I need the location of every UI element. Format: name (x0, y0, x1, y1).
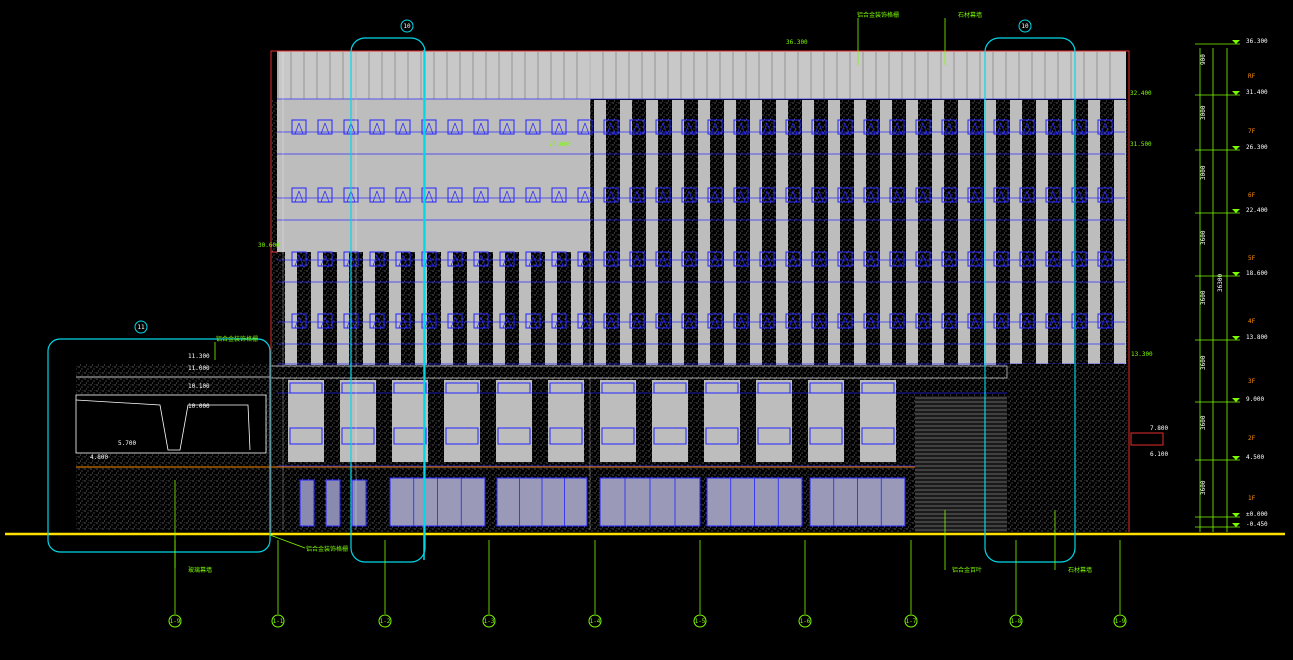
right-stone-block (1007, 364, 1129, 532)
floor-labels: RF 7F 6F 5F 4F 3F 2F 1F (1248, 73, 1256, 502)
callout-tag-text: 11 (137, 324, 145, 331)
level-mark: -0.450 (1246, 521, 1268, 528)
floor-label: 7F (1248, 128, 1256, 135)
bottom-note-3: 铝合金百叶 (952, 566, 982, 574)
level-mark: 22.400 (1246, 207, 1268, 214)
grid-axis-label: 1-5 (695, 618, 706, 625)
floor-label: 2F (1248, 435, 1256, 442)
dimension-segment: 3000 (1200, 165, 1207, 180)
grid-axis-label: 1-8 (1011, 618, 1022, 625)
level-marks: 36.300 31.400 26.300 22.400 18.600 13.800 9.00… (1195, 38, 1268, 528)
top-note-1: 铝合金装饰格栅 (857, 11, 899, 19)
dimension-segment: 3600 (1200, 230, 1207, 245)
dimension-segment: 3600 (1200, 480, 1207, 495)
right-side-mark-1: 13.300 (1131, 351, 1153, 358)
podium-note: 铝合金装饰格栅 (216, 335, 258, 343)
grid-axis-label: 1-4 (590, 618, 601, 625)
level-band-2f (270, 365, 1008, 379)
left-mark: 30.600 (258, 242, 280, 249)
dimension-segment: 3600 (1200, 355, 1207, 370)
floor-label: 5F (1248, 255, 1256, 262)
callout-tag-text: 10 (403, 23, 411, 30)
podium-level-3: 10.100 (188, 383, 210, 390)
level-mark: 36.300 (1246, 38, 1268, 45)
top-note-2: 石材幕墙 (958, 11, 982, 19)
mid-mark: 20.600 (549, 141, 571, 148)
floor-label: 6F (1248, 192, 1256, 199)
level-mark: 18.600 (1246, 270, 1268, 277)
louvre-panel (915, 396, 1007, 532)
upper-left-panel (277, 99, 590, 252)
grid-axis-label: 1-9 (1115, 618, 1126, 625)
floor-label: 4F (1248, 318, 1256, 325)
podium-level-5: 5.700 (118, 440, 136, 447)
bottom-note-2: 铝合金装饰格栅 (306, 545, 348, 553)
top-roof-level: 36.300 (786, 39, 808, 46)
podium-level-1: 11.300 (188, 353, 210, 360)
grid-axis-label: 1-6 (800, 618, 811, 625)
dimension-segment: 900 (1200, 54, 1207, 65)
grid-axis-label: 1-1 (273, 618, 284, 625)
dimension-segment: 3600 (1200, 290, 1207, 305)
podium-level-6: 4.800 (90, 454, 108, 461)
level-mark: 26.300 (1246, 144, 1268, 151)
elevation-drawing: 10 10 11 1-9 1-1 1-2 1-3 1-4 1-5 1-6 1-7 1-8 1-9 36… (5, 11, 1285, 628)
leader-bottom-2 (269, 534, 306, 549)
right-mark-2: 31.500 (1130, 141, 1152, 148)
grid-axis-label: 1-3 (484, 618, 495, 625)
right-mark-1: 32.400 (1130, 90, 1152, 97)
level-mark: 31.400 (1246, 89, 1268, 96)
grid-axis-label: 1-7 (906, 618, 917, 625)
right-side-mark-2: 7.800 (1150, 425, 1168, 432)
grid-axis-label: 1-2 (380, 618, 391, 625)
right-red-mark (1130, 432, 1164, 446)
bottom-note-4: 石材幕墙 (1068, 566, 1092, 574)
level-mark: 9.000 (1246, 396, 1264, 403)
grid-axes: 1-9 1-1 1-2 1-3 1-4 1-5 1-6 1-7 1-8 1-9 (168, 540, 1127, 628)
right-side-mark-3: 6.100 (1150, 451, 1168, 458)
callout-tag-text: 10 (1021, 23, 1029, 30)
dimension-segment: 3000 (1200, 105, 1207, 120)
grid-axis-label: 1-9 (170, 618, 181, 625)
podium-canopy-void (75, 394, 267, 454)
level-mark: 13.800 (1246, 334, 1268, 341)
level-mark: 4.500 (1246, 454, 1264, 461)
level-mark: ±0.000 (1246, 511, 1268, 518)
bottom-note-1: 玻璃幕墙 (188, 566, 212, 574)
floor-label: 3F (1248, 378, 1256, 385)
roof-grille-band (277, 51, 1126, 99)
podium-level-2: 11.000 (188, 365, 210, 372)
podium-level-4: 10.000 (188, 403, 210, 410)
floor-label: RF (1248, 73, 1256, 80)
floor-label: 1F (1248, 495, 1256, 502)
dimension-segment: 3600 (1200, 415, 1207, 430)
